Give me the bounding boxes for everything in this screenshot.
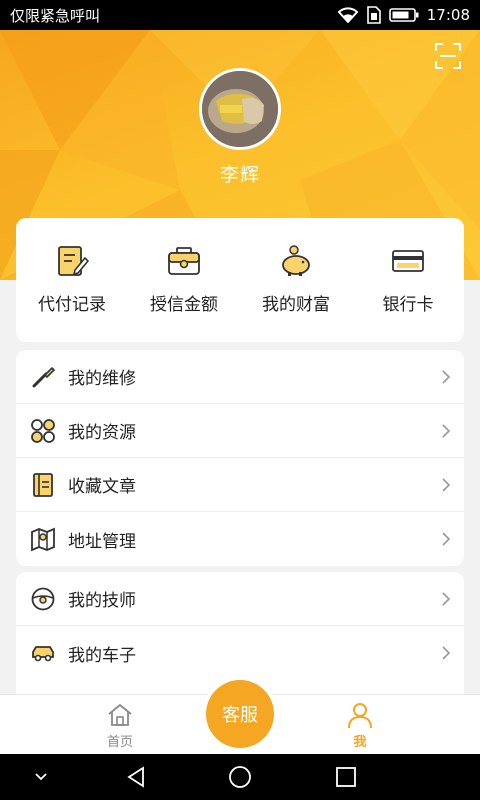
menu-item-label: 我的维修 [68,369,136,389]
quick-actions-card: 代付记录 授信金额 我的财富 银行卡 [16,218,464,342]
chevron-right-icon [442,369,451,384]
menu-item-label: 收藏文章 [68,477,136,497]
map-address-icon [31,527,55,552]
tab-label: 首页 [106,734,133,750]
customer-service-button[interactable]: 客服 [206,680,274,748]
back-button[interactable] [118,754,154,800]
clock: 17:08 [426,6,470,24]
carrier-text: 仅限紧急呼叫 [10,6,101,25]
tab-label: 我 [353,734,367,750]
status-bar: 仅限紧急呼叫 17:08 [0,0,480,30]
tab-home[interactable]: 首页 [80,695,160,755]
quick-action-label: 我的财富 [262,295,330,315]
menu-item-saved-articles[interactable]: 收藏文章 [16,458,464,512]
piggy-bank-icon [282,245,310,276]
menu-item-my-technicians[interactable]: 我的技师 [16,572,464,626]
menu-item-label: 我的资源 [68,423,136,443]
menu-item-label: 地址管理 [68,531,136,552]
quick-action-payment-record[interactable]: 代付记录 [16,218,128,342]
chevron-right-icon [442,591,451,606]
chevron-right-icon [442,423,451,438]
technician-wheel-icon [31,587,55,610]
user-icon [348,702,372,728]
car-icon [32,646,54,662]
tab-me[interactable]: 我 [320,695,400,755]
bank-card-icon [392,250,424,272]
quick-action-bank-card[interactable]: 银行卡 [352,218,464,342]
payment-record-icon [58,246,89,276]
quick-action-label: 银行卡 [382,295,434,315]
system-nav-bar [0,754,480,800]
scan-icon[interactable] [434,42,462,70]
quick-action-label: 代付记录 [38,295,106,315]
recents-button[interactable] [328,754,364,800]
home-circle-icon [229,766,251,788]
credit-wallet-icon [168,247,200,275]
menu-item-label: 我的车子 [68,645,136,666]
recents-icon [336,767,356,787]
bookmark-article-icon [33,472,53,497]
wifi-icon [337,7,359,23]
chevron-right-icon [442,477,451,492]
quick-action-wealth[interactable]: 我的财富 [240,218,352,342]
home-button[interactable] [222,754,258,800]
quick-action-label: 授信金额 [150,295,218,315]
menu-group-2: 我的技师 我的车子 [16,572,464,694]
menu-item-my-repairs[interactable]: 我的维修 [16,350,464,404]
avatar-photo [202,71,278,147]
quick-action-credit-amount[interactable]: 授信金额 [128,218,240,342]
collapse-button[interactable] [26,754,56,800]
avatar[interactable] [199,68,281,150]
sim-icon [366,6,381,24]
menu-item-address-management[interactable]: 地址管理 [16,512,464,566]
menu-item-my-car[interactable]: 我的车子 [16,626,464,680]
menu-item-my-resources[interactable]: 我的资源 [16,404,464,458]
chevron-right-icon [442,532,451,546]
home-icon [108,703,132,726]
repair-tool-icon [32,366,56,387]
collapse-icon [35,773,47,781]
menu-item-label: 我的技师 [68,591,136,611]
menu-group-1: 我的维修 我的资源 收藏文章 地址管理 [16,350,464,566]
back-icon [127,766,144,788]
resources-icon [31,418,55,443]
username: 李辉 [219,164,260,186]
battery-icon [388,8,419,22]
chevron-right-icon [442,646,451,660]
